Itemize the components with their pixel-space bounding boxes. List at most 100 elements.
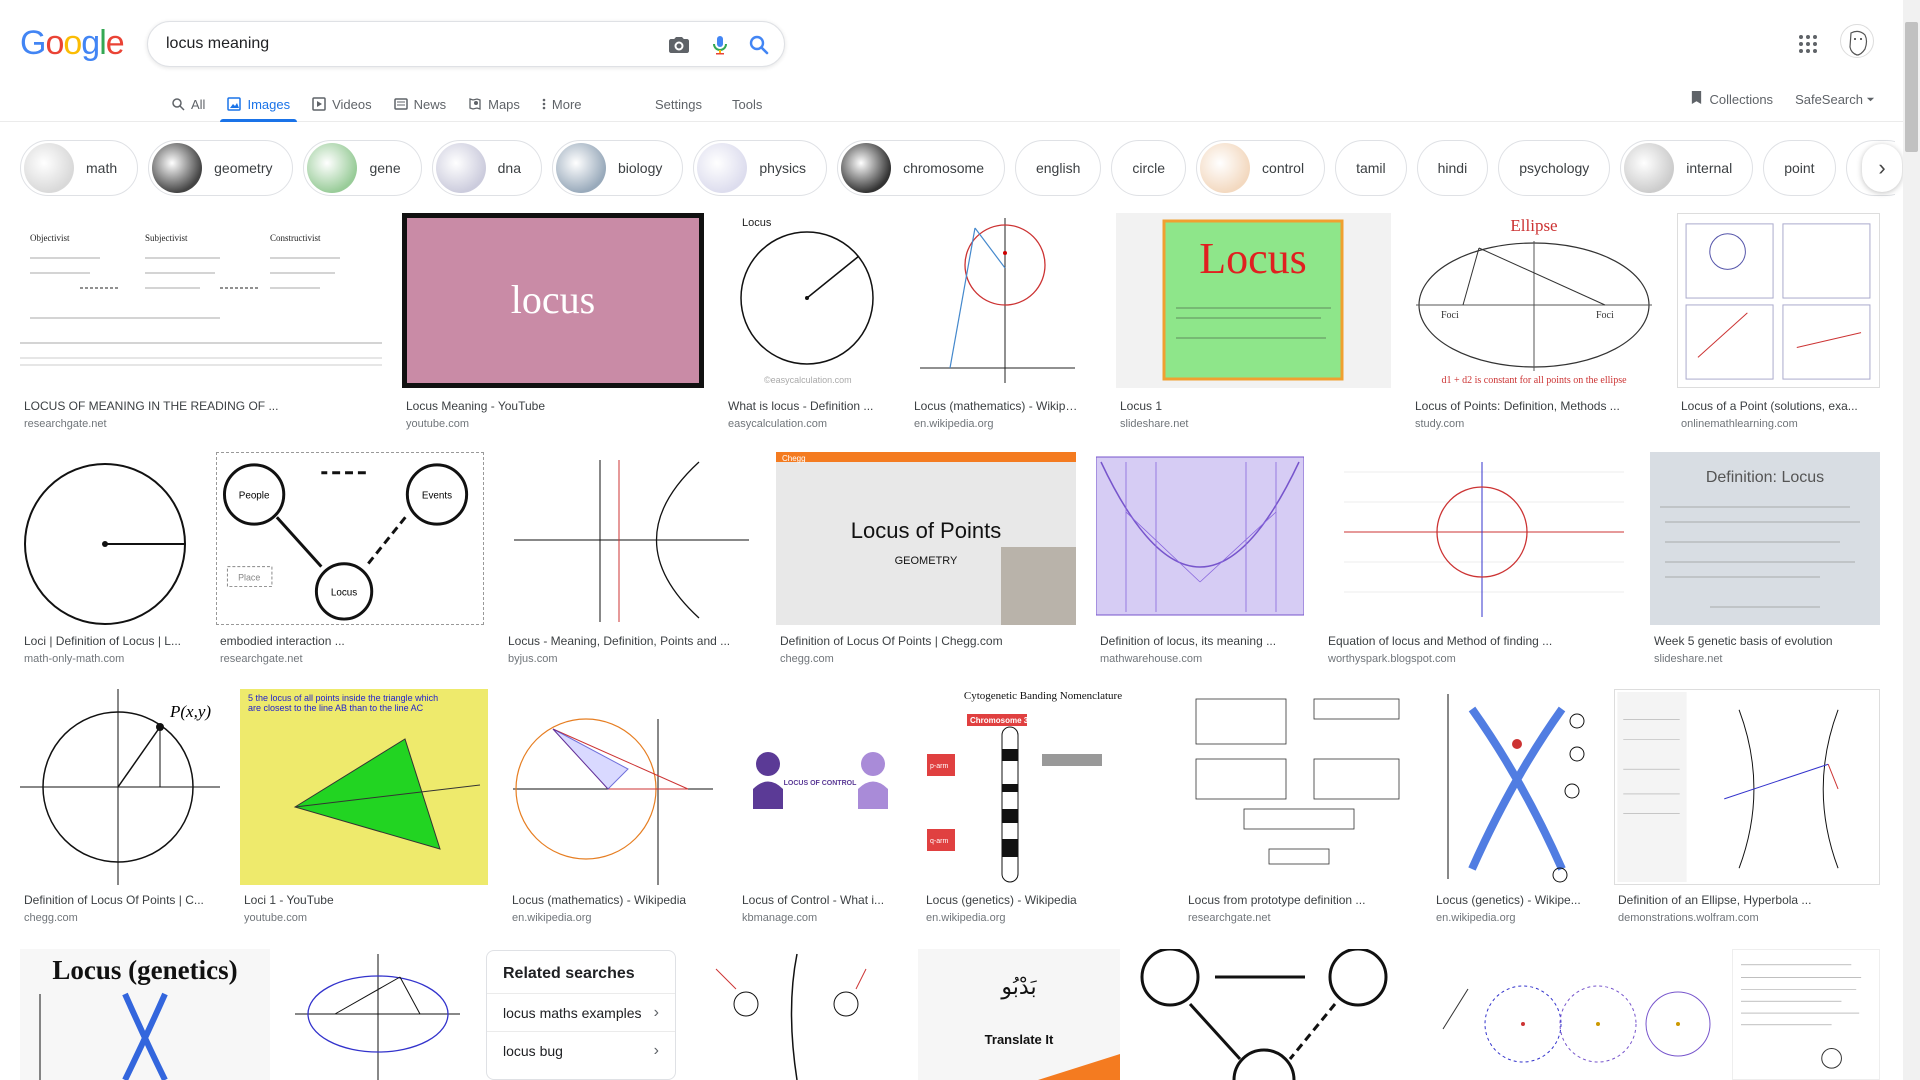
result-thumbnail[interactable] bbox=[1140, 949, 1388, 1080]
result-thumbnail[interactable] bbox=[504, 452, 756, 625]
result-title[interactable]: embodied interaction ... bbox=[220, 634, 484, 648]
result-thumbnail[interactable]: Locus (genetics) bbox=[20, 949, 270, 1080]
result-source[interactable]: mathwarehouse.com bbox=[1100, 653, 1202, 665]
result-title[interactable]: Locus Meaning - YouTube bbox=[406, 399, 704, 413]
result-source[interactable]: youtube.com bbox=[406, 418, 469, 430]
result-title[interactable]: Locus (genetics) - Wikipedia bbox=[926, 893, 1164, 907]
chevron-right-icon[interactable]: › bbox=[1862, 144, 1902, 192]
result-thumbnail[interactable]: بَدْبُو Translate It bbox=[918, 949, 1120, 1080]
result-thumbnail[interactable] bbox=[1184, 689, 1412, 885]
chip-physics[interactable]: physics bbox=[693, 140, 828, 196]
result-source[interactable]: researchgate.net bbox=[24, 418, 107, 430]
result-source[interactable]: researchgate.net bbox=[220, 653, 303, 665]
result-thumbnail[interactable] bbox=[1408, 949, 1712, 1080]
result-title[interactable]: Definition of locus, its meaning ... bbox=[1100, 634, 1304, 648]
chip-tamil[interactable]: tamil bbox=[1335, 140, 1407, 196]
result-thumbnail[interactable] bbox=[1732, 949, 1880, 1080]
result-title[interactable]: Locus from prototype definition ... bbox=[1188, 893, 1412, 907]
result-title[interactable]: Week 5 genetic basis of evolution bbox=[1654, 634, 1880, 648]
result-thumbnail[interactable] bbox=[290, 949, 465, 1080]
result-title[interactable]: Locus (mathematics) - Wikipedia bbox=[512, 893, 718, 907]
result-source[interactable]: byjus.com bbox=[508, 653, 558, 665]
result-title[interactable]: Locus of a Point (solutions, exa... bbox=[1681, 399, 1880, 413]
result-title[interactable]: Loci 1 - YouTube bbox=[244, 893, 488, 907]
tab-more[interactable]: More bbox=[531, 86, 593, 122]
page-scrollbar[interactable] bbox=[1903, 0, 1920, 1080]
result-title[interactable]: Locus 1 bbox=[1120, 399, 1391, 413]
result-source[interactable]: en.wikipedia.org bbox=[914, 418, 994, 430]
google-logo[interactable]: Google bbox=[20, 24, 125, 63]
result-title[interactable]: Definition of Locus Of Points | Chegg.co… bbox=[780, 634, 1076, 648]
result-source[interactable]: onlinemathlearning.com bbox=[1681, 418, 1798, 430]
chip-math[interactable]: math bbox=[20, 140, 139, 196]
result-title[interactable]: Equation of locus and Method of finding … bbox=[1328, 634, 1630, 648]
result-thumbnail[interactable]: 5 the locus of all points inside the tri… bbox=[240, 689, 488, 885]
result-source[interactable]: researchgate.net bbox=[1188, 912, 1271, 924]
result-source[interactable]: chegg.com bbox=[24, 912, 78, 924]
chip-english[interactable]: english bbox=[1014, 140, 1102, 196]
camera-icon[interactable] bbox=[667, 33, 691, 57]
result-thumbnail[interactable]: Cytogenetic Banding Nomenclature Chromos… bbox=[922, 689, 1164, 885]
result-title[interactable]: Locus of Control - What i... bbox=[742, 893, 902, 907]
tab-videos[interactable]: Videos bbox=[301, 86, 383, 122]
tab-all[interactable]: All bbox=[160, 86, 216, 122]
result-source[interactable]: en.wikipedia.org bbox=[1436, 912, 1516, 924]
chip-point[interactable]: point bbox=[1763, 140, 1836, 196]
result-source[interactable]: en.wikipedia.org bbox=[926, 912, 1006, 924]
chip-dna[interactable]: dna bbox=[431, 140, 542, 196]
search-icon[interactable] bbox=[747, 33, 771, 57]
tab-maps[interactable]: Maps bbox=[457, 86, 531, 122]
chip-circle[interactable]: circle bbox=[1111, 140, 1187, 196]
result-thumbnail[interactable]: Locus ©easycalculation.com bbox=[724, 213, 890, 388]
chip-gene[interactable]: gene bbox=[303, 140, 422, 196]
result-source[interactable]: demonstrations.wolfram.com bbox=[1618, 912, 1759, 924]
result-title[interactable]: Locus (genetics) - Wikipe... bbox=[1436, 893, 1594, 907]
result-source[interactable]: slideshare.net bbox=[1654, 653, 1723, 665]
result-thumbnail[interactable] bbox=[1324, 452, 1630, 625]
result-thumbnail[interactable] bbox=[910, 213, 1080, 388]
result-source[interactable]: worthyspark.blogspot.com bbox=[1328, 653, 1456, 665]
settings-link[interactable]: Settings bbox=[655, 97, 702, 112]
avatar[interactable] bbox=[1840, 24, 1874, 58]
result-source[interactable]: youtube.com bbox=[244, 912, 307, 924]
tab-news[interactable]: News bbox=[383, 86, 458, 122]
result-thumbnail[interactable]: Definition: Locus bbox=[1650, 452, 1880, 625]
result-thumbnail[interactable] bbox=[1096, 452, 1304, 625]
microphone-icon[interactable] bbox=[708, 33, 732, 57]
collections-button[interactable]: Collections bbox=[1690, 90, 1773, 108]
result-source[interactable]: kbmanage.com bbox=[742, 912, 817, 924]
result-thumbnail[interactable]: Ellipse Foci Foci d1 + d2 is constant fo… bbox=[1411, 213, 1657, 388]
result-title[interactable]: LOCUS OF MEANING IN THE READING OF ... bbox=[24, 399, 382, 413]
result-thumbnail[interactable]: People Events Locus Place bbox=[216, 452, 484, 625]
chip-hindi[interactable]: hindi bbox=[1416, 140, 1489, 196]
result-thumbnail[interactable] bbox=[696, 949, 898, 1080]
result-thumbnail[interactable] bbox=[1677, 213, 1880, 388]
result-title[interactable]: Locus - Meaning, Definition, Points and … bbox=[508, 634, 756, 648]
result-thumbnail[interactable]: Objectivist Subjectivist Constructivist bbox=[20, 213, 382, 388]
result-thumbnail[interactable]: Chegg Locus of Points GEOMETRY bbox=[776, 452, 1076, 625]
result-source[interactable]: en.wikipedia.org bbox=[512, 912, 592, 924]
tools-link[interactable]: Tools bbox=[732, 97, 762, 112]
safesearch-button[interactable]: SafeSearch bbox=[1795, 92, 1875, 107]
result-source[interactable]: math-only-math.com bbox=[24, 653, 124, 665]
result-title[interactable]: Definition of an Ellipse, Hyperbola ... bbox=[1618, 893, 1880, 907]
result-thumbnail[interactable]: Locus bbox=[1116, 213, 1391, 388]
related-search-item[interactable]: locus bug › bbox=[487, 1031, 675, 1069]
result-source[interactable]: chegg.com bbox=[780, 653, 834, 665]
apps-grid-icon[interactable] bbox=[1796, 32, 1820, 56]
result-thumbnail[interactable]: LOCUS OF CONTROL bbox=[738, 689, 902, 885]
result-thumbnail[interactable]: P(x,y) bbox=[20, 689, 220, 885]
tab-images[interactable]: Images bbox=[216, 86, 301, 122]
result-thumbnail[interactable] bbox=[1432, 689, 1594, 885]
chip-chromosome[interactable]: chromosome bbox=[837, 140, 1005, 196]
chip-geometry[interactable]: geometry bbox=[148, 140, 294, 196]
chip-control[interactable]: control bbox=[1196, 140, 1326, 196]
chip-biology[interactable]: biology bbox=[552, 140, 684, 196]
result-title[interactable]: Locus (mathematics) - Wikipe... bbox=[914, 399, 1080, 413]
result-source[interactable]: study.com bbox=[1415, 418, 1464, 430]
result-thumbnail[interactable]: locus bbox=[402, 213, 704, 388]
scrollbar-thumb[interactable] bbox=[1905, 22, 1918, 152]
result-source[interactable]: slideshare.net bbox=[1120, 418, 1189, 430]
chip-internal[interactable]: internal bbox=[1620, 140, 1754, 196]
result-thumbnail[interactable] bbox=[508, 689, 718, 885]
